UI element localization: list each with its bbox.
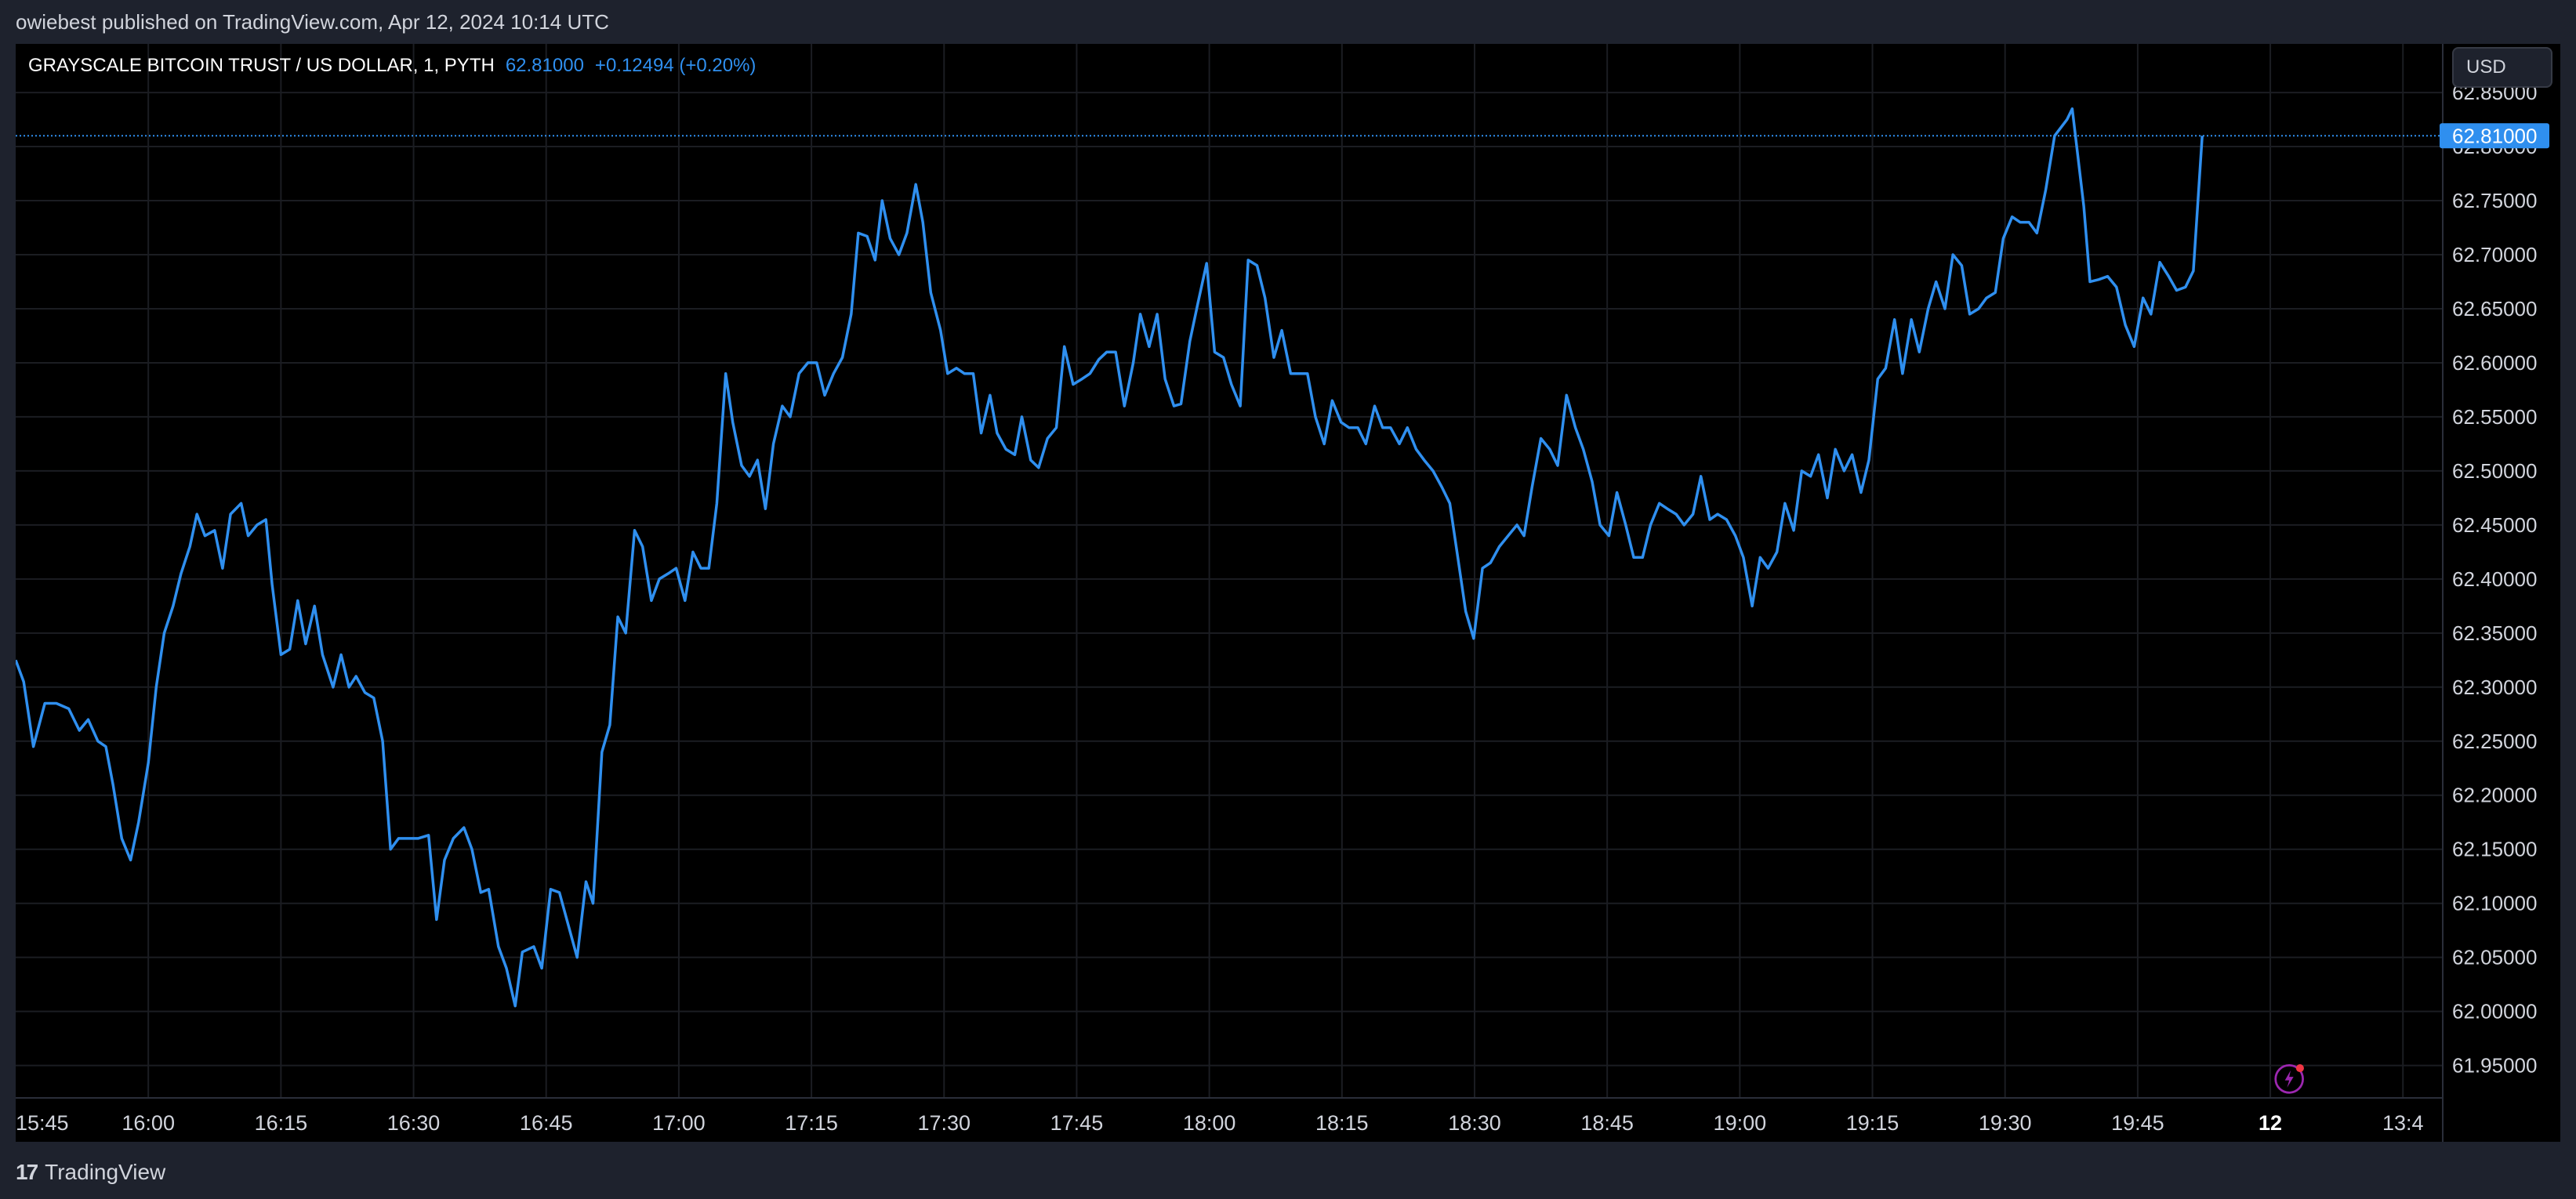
x-tick-label: 19:15 xyxy=(1846,1111,1899,1135)
y-tick-label: 62.65000 xyxy=(2452,297,2537,321)
y-tick-label: 62.60000 xyxy=(2452,351,2537,375)
x-tick-label: 16:30 xyxy=(387,1111,441,1135)
y-tick-label: 61.95000 xyxy=(2452,1054,2537,1078)
x-tick-label: 18:00 xyxy=(1183,1111,1236,1135)
y-tick-label: 62.75000 xyxy=(2452,189,2537,212)
y-tick-label: 62.00000 xyxy=(2452,1000,2537,1023)
y-tick-label: 62.25000 xyxy=(2452,730,2537,753)
x-tick-label: 17:45 xyxy=(1050,1111,1104,1135)
x-tick-label: 15:45 xyxy=(16,1111,69,1135)
y-tick-label: 62.10000 xyxy=(2452,892,2537,915)
y-tick-label: 62.05000 xyxy=(2452,946,2537,969)
x-tick-label: 18:15 xyxy=(1315,1111,1369,1135)
y-tick-label: 62.15000 xyxy=(2452,838,2537,861)
chart-area[interactable]: 61.95000 62.00000 62.05000 62.10000 62.15000… xyxy=(16,44,2560,1142)
publish-note: owiebest published on TradingView.com, A… xyxy=(16,9,609,34)
symbol-legend: GRAYSCALE BITCOIN TRUST / US DOLLAR, 1, … xyxy=(28,55,756,77)
last-price: 62.81000 xyxy=(505,55,584,76)
symbol-title[interactable]: GRAYSCALE BITCOIN TRUST / US DOLLAR, 1, … xyxy=(28,55,495,77)
x-tick-label: 12 xyxy=(2259,1111,2282,1135)
x-tick-label: 17:15 xyxy=(785,1111,838,1135)
x-tick-label: 16:15 xyxy=(255,1111,308,1135)
x-tick-label: 18:45 xyxy=(1580,1111,1634,1135)
x-tick-label: 17:00 xyxy=(652,1111,706,1135)
y-tick-label: 62.45000 xyxy=(2452,513,2537,537)
y-tick-label: 62.40000 xyxy=(2452,567,2537,591)
last-price-tag-label: 62.81000 xyxy=(2452,124,2537,147)
y-tick-label: 62.70000 xyxy=(2452,243,2537,266)
x-tick-label: 19:00 xyxy=(1714,1111,1767,1135)
x-tick-label: 19:45 xyxy=(2111,1111,2164,1135)
y-tick-label: 62.20000 xyxy=(2452,784,2537,807)
y-tick-label: 62.30000 xyxy=(2452,676,2537,699)
price-chart[interactable]: 61.95000 62.00000 62.05000 62.10000 62.15000… xyxy=(16,44,2560,1142)
y-tick-label: 62.35000 xyxy=(2452,621,2537,645)
footer-brand-label: TradingView xyxy=(45,1160,166,1184)
x-tick-label: 17:30 xyxy=(917,1111,971,1135)
y-tick-label: 62.50000 xyxy=(2452,459,2537,483)
x-tick-label: 19:30 xyxy=(1979,1111,2032,1135)
y-tick-label: 62.55000 xyxy=(2452,405,2537,429)
x-tick-label: 18:30 xyxy=(1448,1111,1501,1135)
price-change: +0.12494 (+0.20%) xyxy=(594,55,756,76)
lightning-icon[interactable] xyxy=(2273,1060,2308,1095)
tradingview-logo-icon: 17 xyxy=(16,1160,38,1184)
price-series-line xyxy=(16,107,2204,1008)
x-tick-label: 13:4 xyxy=(2382,1111,2424,1135)
x-tick-label: 16:45 xyxy=(520,1111,573,1135)
x-tick-label: 16:00 xyxy=(122,1111,175,1135)
currency-button[interactable]: USD xyxy=(2452,47,2552,88)
footer-brand[interactable]: 17 TradingView xyxy=(16,1157,165,1188)
